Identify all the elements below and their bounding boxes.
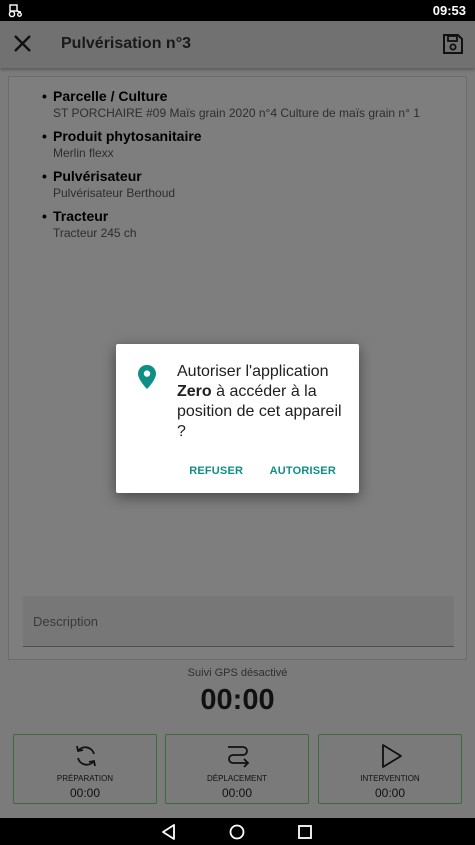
gps-status: Suivi GPS désactivé <box>187 667 288 679</box>
info-value: Merlin flexx <box>53 146 114 160</box>
dialog-buttons: REFUSER AUTORISER <box>167 461 336 479</box>
allow-button[interactable]: AUTORISER <box>270 465 336 477</box>
intervention-label: INTERVENTION <box>360 774 420 783</box>
description-field-container <box>23 596 454 647</box>
preparation-button[interactable]: PRÉPARATION 00:00 <box>13 734 157 804</box>
close-icon[interactable] <box>10 31 36 57</box>
info-value: ST PORCHAIRE #09 Maïs grain 2020 n°4 Cul… <box>53 106 420 120</box>
info-item-produit: Produit phytosanitaire Merlin flexx <box>41 127 420 161</box>
save-icon[interactable] <box>441 32 465 56</box>
intervention-button[interactable]: INTERVENTION 00:00 <box>318 734 462 804</box>
info-label: Produit phytosanitaire <box>53 127 420 145</box>
page-title: Pulvérisation n°3 <box>61 35 191 52</box>
phase-buttons: PRÉPARATION 00:00 DÉPLACEMENT 00:00 INTE… <box>13 734 463 804</box>
deny-button[interactable]: REFUSER <box>189 465 243 477</box>
nav-bar <box>0 818 475 845</box>
total-timer: 00:00 <box>200 684 275 716</box>
description-input[interactable] <box>23 596 454 646</box>
preparation-time: 00:00 <box>69 786 101 800</box>
location-permission-dialog: Autoriser l'application Zero à accéder à… <box>116 344 359 493</box>
home-icon[interactable] <box>228 823 246 841</box>
back-icon[interactable] <box>160 823 178 841</box>
preparation-label: PRÉPARATION <box>56 774 114 783</box>
status-clock: 09:53 <box>432 3 466 18</box>
dialog-message: Autoriser l'application Zero à accéder à… <box>177 362 347 442</box>
info-label: Pulvérisateur <box>53 167 420 185</box>
refresh-icon <box>76 745 96 767</box>
app-bar: Pulvérisation n°3 <box>0 21 475 68</box>
info-value: Tracteur 245 ch <box>53 226 137 240</box>
dialog-text-before: Autoriser l'application <box>177 363 329 380</box>
dialog-app-name: Zero <box>177 383 212 400</box>
info-list: Parcelle / Culture ST PORCHAIRE #09 Maïs… <box>41 87 420 247</box>
deplacement-time: 00:00 <box>221 786 253 800</box>
info-label: Tracteur <box>53 207 420 225</box>
deplacement-button[interactable]: DÉPLACEMENT 00:00 <box>165 734 309 804</box>
play-icon <box>382 744 402 768</box>
status-bar: 09:53 <box>0 0 475 21</box>
info-item-pulverisateur: Pulvérisateur Pulvérisateur Berthoud <box>41 167 420 201</box>
recents-icon[interactable] <box>296 823 314 841</box>
intervention-time: 00:00 <box>374 786 406 800</box>
location-pin-icon <box>138 365 156 389</box>
info-item-parcelle: Parcelle / Culture ST PORCHAIRE #09 Maïs… <box>41 87 420 121</box>
tractor-icon <box>8 4 22 18</box>
route-icon <box>228 746 250 768</box>
info-item-tracteur: Tracteur Tracteur 245 ch <box>41 207 420 241</box>
info-value: Pulvérisateur Berthoud <box>53 186 176 200</box>
deplacement-label: DÉPLACEMENT <box>206 774 267 783</box>
info-label: Parcelle / Culture <box>53 87 420 105</box>
